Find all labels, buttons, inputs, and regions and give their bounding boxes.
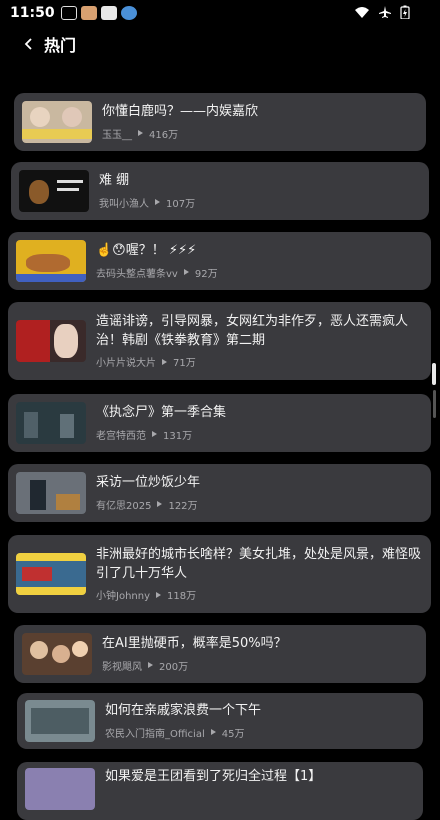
video-views: 92万 — [194, 268, 218, 280]
video-author: 老宫特西范 — [96, 430, 146, 442]
video-views: 71万 — [173, 358, 196, 370]
video-card[interactable]: 如何在亲戚家浪费一个下午 农民入门指南_Official 45万 — [17, 693, 423, 749]
video-card[interactable]: 非洲最好的城市长啥样？美女扎堆，处处是风景，难怪吸引了几十万华人 小钟Johnn… — [8, 535, 431, 613]
video-views: 118万 — [167, 591, 197, 603]
play-count-icon — [183, 269, 189, 276]
video-thumbnail[interactable] — [25, 768, 95, 810]
airplane-icon — [379, 6, 391, 18]
play-count-icon — [162, 358, 167, 365]
video-author: 小片片说大片 — [96, 358, 156, 370]
video-views: 416万 — [149, 129, 179, 141]
video-thumbnail[interactable] — [25, 700, 95, 742]
video-title: 非洲最好的城市长啥样？美女扎堆，处处是风景，难怪吸引了几十万华人 — [96, 546, 422, 581]
video-card[interactable]: ☝️😯喔？！ ⚡⚡⚡ 去码头整点薯条vv 92万 — [8, 232, 431, 290]
notification-icons — [60, 6, 137, 20]
page-header: 热门 — [0, 26, 440, 62]
play-count-icon — [148, 662, 153, 669]
browser-icon — [120, 6, 137, 20]
scrollbar-thumb[interactable] — [432, 363, 436, 385]
video-views: 200万 — [159, 661, 189, 673]
video-title: 造谣诽谤，引导网暴，女网红为非作歹，恶人还需疯人治！韩剧《铁拳教育》第二期 — [96, 313, 409, 348]
play-count-icon — [138, 130, 143, 137]
video-card[interactable]: 采访一位炒饭少年 有亿思2025 122万 — [8, 464, 431, 522]
play-count-icon — [155, 199, 160, 206]
video-author: 去码头整点薯条vv — [96, 268, 178, 280]
video-thumbnail[interactable] — [16, 320, 86, 362]
video-views: 122万 — [168, 500, 198, 512]
video-title: ☝️😯喔？！ ⚡⚡⚡ — [96, 243, 197, 259]
video-title: 难 绷 — [99, 173, 130, 189]
play-count-icon — [152, 431, 157, 438]
cube-icon — [60, 6, 77, 20]
video-title: 在AI里抛硬币，概率是50%吗？ — [102, 636, 287, 652]
video-title: 采访一位炒饭少年 — [96, 475, 201, 491]
video-card[interactable]: 难 绷 我叫小渔人 107万 — [11, 162, 429, 220]
video-title: 《执念尸》第一季合集 — [96, 405, 227, 421]
video-author: 农民入门指南_Official — [105, 728, 205, 740]
system-icons — [354, 5, 410, 19]
video-author: 影视飓风 — [102, 661, 142, 673]
battery-icon — [400, 5, 410, 19]
video-title: 如果爱是王团看到了死归全过程【1】 — [105, 769, 322, 784]
video-thumbnail[interactable] — [16, 553, 86, 595]
video-views: 45万 — [221, 728, 245, 740]
status-bar: 11:50 — [0, 0, 440, 26]
video-thumbnail[interactable] — [19, 170, 89, 212]
video-card[interactable]: 在AI里抛硬币，概率是50%吗？ 影视飓风 200万 — [14, 625, 426, 683]
video-thumbnail[interactable] — [16, 472, 86, 514]
play-count-icon — [210, 729, 216, 736]
play-count-icon — [157, 501, 163, 508]
wifi-icon — [355, 7, 369, 18]
video-author: 有亿思2025 — [96, 500, 152, 512]
video-card[interactable]: 造谣诽谤，引导网暴，女网红为非作歹，恶人还需疯人治！韩剧《铁拳教育》第二期 小片… — [8, 302, 431, 380]
app-avatar-icon — [80, 6, 97, 20]
status-time: 11:50 — [10, 5, 55, 21]
video-thumbnail[interactable] — [22, 101, 92, 143]
mail-icon — [100, 6, 117, 20]
video-author: 玉玉__ — [102, 129, 132, 141]
page-title: 热门 — [44, 36, 77, 55]
video-card[interactable]: 《执念尸》第一季合集 老宫特西范 131万 — [8, 394, 431, 452]
video-title: 如何在亲戚家浪费一个下午 — [105, 703, 262, 719]
video-views: 131万 — [163, 430, 193, 442]
video-card[interactable]: 你懂白鹿吗？——内娱嘉欣 玉玉__ 416万 — [14, 93, 426, 151]
video-card[interactable]: 如果爱是王团看到了死归全过程【1】 — [17, 762, 423, 820]
scrollbar-track[interactable] — [433, 390, 436, 418]
video-title: 你懂白鹿吗？——内娱嘉欣 — [102, 104, 259, 120]
video-author: 小钟Johnny — [96, 591, 150, 603]
play-count-icon — [156, 591, 161, 598]
video-thumbnail[interactable] — [16, 240, 86, 282]
video-views: 107万 — [166, 198, 196, 210]
video-author: 我叫小渔人 — [99, 198, 149, 210]
video-thumbnail[interactable] — [16, 402, 86, 444]
back-arrow-icon[interactable] — [20, 35, 38, 53]
video-thumbnail[interactable] — [22, 633, 92, 675]
